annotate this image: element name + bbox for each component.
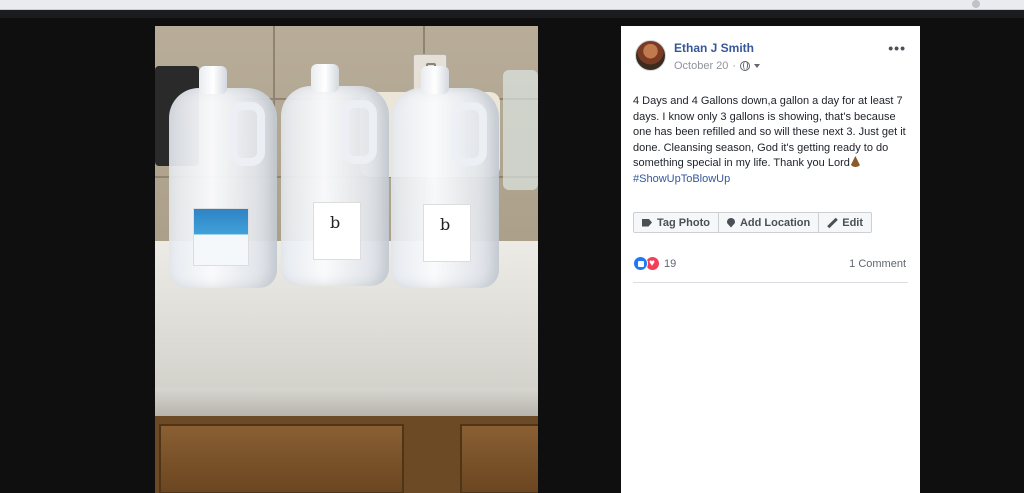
hashtag-link[interactable]: #ShowUpToBlowUp bbox=[633, 173, 730, 185]
location-pin-icon bbox=[726, 217, 735, 228]
browser-control-icon[interactable] bbox=[972, 0, 980, 8]
container bbox=[503, 70, 538, 190]
post-panel: Ethan J Smith October 20 · ••• 4 Days an… bbox=[621, 26, 920, 493]
add-location-label: Add Location bbox=[739, 216, 811, 229]
post-date[interactable]: October 20 bbox=[674, 60, 728, 72]
author-name[interactable]: Ethan J Smith bbox=[674, 41, 754, 55]
praying-hands-icon bbox=[849, 156, 861, 167]
post-body: 4 Days and 4 Gallons down,a gallon a day… bbox=[633, 95, 906, 169]
post-meta: October 20 · bbox=[674, 60, 761, 72]
browser-top-strip bbox=[0, 0, 1024, 10]
post-text: 4 Days and 4 Gallons down,a gallon a day… bbox=[633, 94, 909, 187]
avatar[interactable] bbox=[635, 40, 666, 71]
jug-label bbox=[193, 208, 249, 266]
post-photo[interactable]: b b bbox=[155, 26, 538, 493]
comments-link[interactable]: 1 Comment bbox=[849, 258, 906, 270]
globe-icon[interactable] bbox=[740, 61, 751, 71]
jug-brand-mark: b bbox=[330, 213, 341, 232]
chevron-down-icon[interactable] bbox=[754, 64, 761, 68]
tag-photo-label: Tag Photo bbox=[657, 216, 710, 229]
like-reaction-icon bbox=[633, 256, 648, 271]
water-jug bbox=[169, 66, 277, 288]
reaction-count: 19 bbox=[664, 257, 677, 270]
edit-label: Edit bbox=[842, 216, 864, 229]
more-options-icon[interactable]: ••• bbox=[888, 40, 906, 56]
jug-label: b bbox=[313, 202, 361, 260]
jug-brand-mark: b bbox=[440, 215, 451, 234]
photo-actions: Tag Photo Add Location Edit bbox=[633, 212, 873, 233]
reactions-summary[interactable]: 19 bbox=[633, 256, 676, 271]
counter-edge bbox=[155, 388, 538, 416]
add-location-button[interactable]: Add Location bbox=[719, 213, 820, 232]
water-jug: b bbox=[391, 66, 499, 288]
pencil-icon bbox=[827, 218, 837, 228]
top-dark-bar bbox=[0, 10, 1024, 18]
tag-icon bbox=[642, 218, 652, 227]
edit-button[interactable]: Edit bbox=[819, 213, 871, 232]
divider bbox=[633, 282, 908, 283]
cabinet-door bbox=[460, 424, 538, 493]
cabinet-door bbox=[159, 424, 404, 493]
jug-label: b bbox=[423, 204, 471, 262]
tag-photo-button[interactable]: Tag Photo bbox=[634, 213, 719, 232]
water-jug: b bbox=[281, 64, 389, 286]
